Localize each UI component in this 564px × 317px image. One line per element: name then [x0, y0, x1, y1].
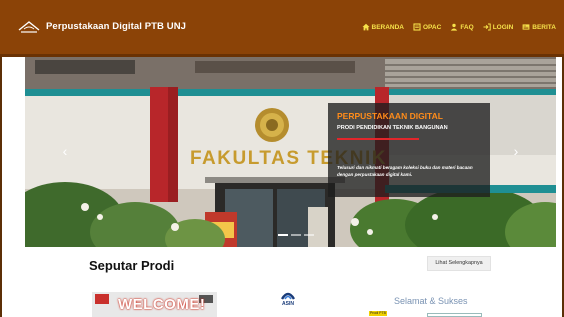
nav-beranda-label: BERANDA — [371, 23, 405, 31]
brand[interactable]: Perpustakaan Digital PTB UNJ — [18, 19, 186, 33]
nav-berita[interactable]: BERITA — [522, 23, 556, 31]
carousel-indicator-1[interactable] — [278, 234, 288, 236]
home-icon — [362, 23, 369, 31]
asin-logo-icon — [281, 292, 295, 300]
carousel-caption: PERPUSTAKAAN DIGITAL PRODI PENDIDIKAN TE… — [328, 103, 490, 197]
selamat-card-detail: Prodi PTB — [369, 311, 484, 317]
nav-faq-label: FAQ — [460, 23, 474, 31]
nav-login-label: LOGIN — [492, 23, 514, 31]
brand-title: Perpustakaan Digital PTB UNJ — [46, 20, 187, 32]
see-more-button[interactable]: Lihat Selengkapnya — [427, 256, 491, 271]
nav-beranda[interactable]: BERANDA — [362, 23, 405, 31]
users-icon — [451, 23, 458, 31]
carousel-indicator-2[interactable] — [291, 234, 301, 236]
asin-card[interactable]: ASIN — [281, 291, 295, 307]
nav-login[interactable]: LOGIN — [483, 23, 514, 31]
welcome-card-image[interactable]: WELCOME! — [92, 292, 217, 317]
welcome-badge-left — [95, 294, 109, 304]
newspaper-icon — [522, 24, 530, 30]
section-title: Seputar Prodi — [89, 258, 175, 273]
caption-text: Telusuri dan nikmati beragam koleksi buk… — [337, 165, 473, 177]
prodi-box — [427, 313, 482, 317]
carousel-indicator-3[interactable] — [304, 234, 314, 236]
prodi-tag: Prodi PTB — [369, 311, 387, 316]
caption-subtitle: PRODI PENDIDIKAN TEKNIK BANGUNAN — [337, 125, 448, 131]
nav-faq[interactable]: FAQ — [450, 23, 474, 31]
nav-opac-label: OPAC — [423, 23, 442, 31]
login-icon — [483, 23, 491, 31]
selamat-card-title[interactable]: Selamat & Sukses — [394, 296, 468, 306]
nav-berita-label: BERITA — [532, 23, 556, 31]
nav-opac[interactable]: OPAC — [413, 23, 441, 31]
carousel-indicators — [278, 234, 314, 236]
carousel-next-button[interactable]: › — [506, 141, 526, 161]
book-icon — [413, 23, 421, 31]
carousel-prev-button[interactable]: ‹ — [55, 141, 75, 161]
main-nav: BERANDA OPAC FAQ LOGIN BERITA — [362, 23, 556, 31]
caption-divider — [337, 138, 419, 140]
library-logo-icon — [18, 21, 40, 33]
asin-label: ASIN — [282, 301, 294, 307]
caption-title: PERPUSTAKAAN DIGITAL — [337, 111, 443, 121]
navbar: Perpustakaan Digital PTB UNJ BERANDA OPA… — [0, 0, 564, 57]
welcome-text: WELCOME! — [118, 296, 206, 313]
